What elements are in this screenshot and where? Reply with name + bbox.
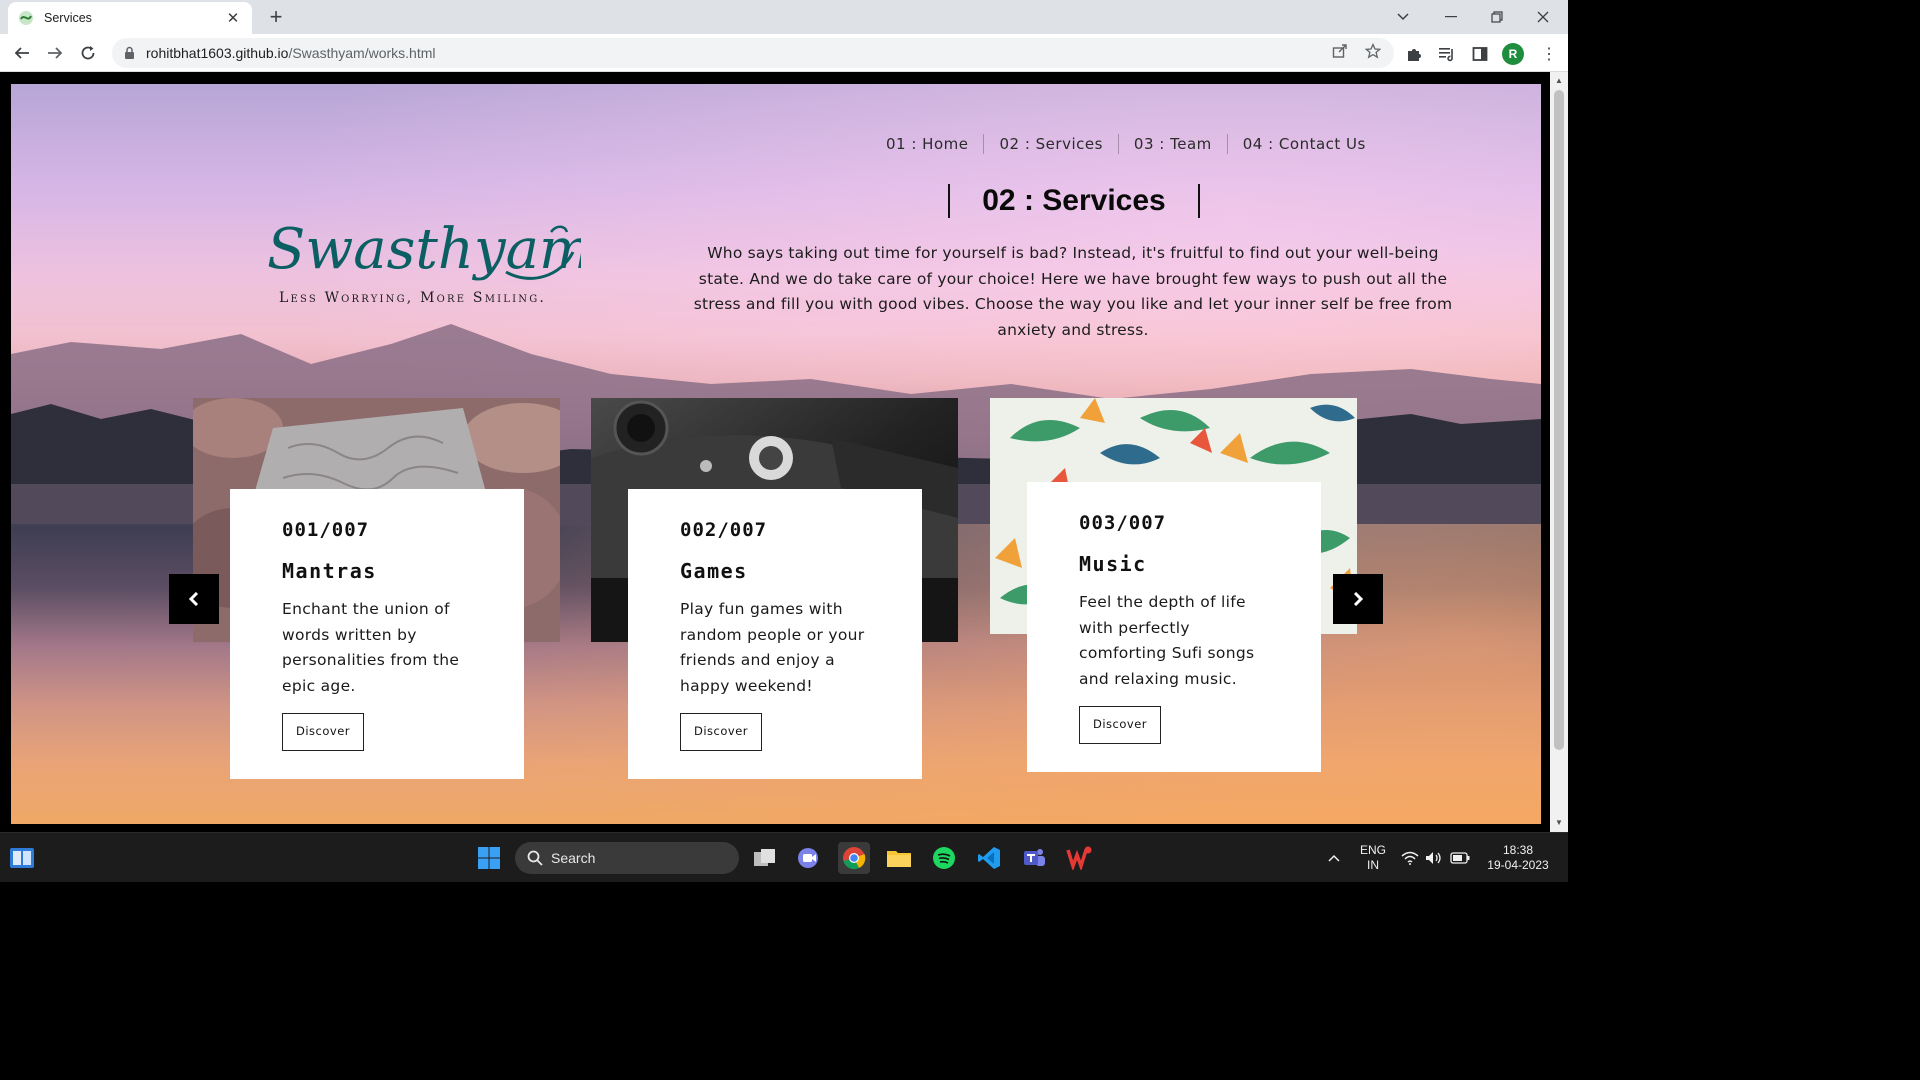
scroll-down-icon[interactable]: ▼ xyxy=(1554,818,1564,828)
chrome-taskbar-icon[interactable] xyxy=(838,842,870,874)
file-explorer-icon[interactable] xyxy=(883,842,915,874)
wps-office-icon[interactable] xyxy=(1063,842,1095,874)
chat-video-icon[interactable] xyxy=(793,842,825,874)
forward-arrow-icon[interactable] xyxy=(41,40,69,66)
scroll-up-icon[interactable]: ▲ xyxy=(1554,76,1564,86)
browser-toolbar: rohitbhat1603.github.io/Swasthyam/works.… xyxy=(0,34,1568,72)
service-card-games: 002/007 Games Play fun games with random… xyxy=(628,489,922,779)
search-icon xyxy=(527,850,543,866)
extensions-puzzle-icon[interactable] xyxy=(1403,43,1425,65)
clock-date: 19-04-2023 xyxy=(1487,858,1549,872)
card-number: 003/007 xyxy=(1079,512,1167,534)
spotify-icon[interactable] xyxy=(928,842,960,874)
carousel-next-button[interactable] xyxy=(1333,574,1383,624)
profile-avatar[interactable]: R xyxy=(1502,43,1524,65)
card-description: Feel the depth of life with perfectly co… xyxy=(1079,593,1255,688)
discover-button[interactable]: Discover xyxy=(282,713,364,751)
tab-title: Services xyxy=(44,11,92,25)
url-text: rohitbhat1603.github.io/Swasthyam/works.… xyxy=(146,45,436,61)
clock[interactable]: 18:38 19-04-2023 xyxy=(1478,843,1558,873)
teams-icon[interactable] xyxy=(1018,842,1050,874)
nav-link-services[interactable]: 02 : Services xyxy=(984,134,1119,154)
service-card-music: 003/007 Music Feel the depth of life wit… xyxy=(1027,482,1321,772)
tray-chevron-up-icon[interactable] xyxy=(1318,842,1350,874)
address-bar[interactable]: rohitbhat1603.github.io/Swasthyam/works.… xyxy=(112,38,1394,68)
region-code: IN xyxy=(1367,858,1379,872)
scrollbar-thumb[interactable] xyxy=(1554,90,1564,750)
nav-link-contact[interactable]: 04 : Contact Us xyxy=(1228,134,1381,154)
page-title: 02 : Services xyxy=(948,184,1200,218)
volume-icon[interactable] xyxy=(1422,842,1446,874)
vscode-icon[interactable] xyxy=(973,842,1005,874)
page-viewport: 01 : Home 02 : Services 03 : Team 04 : C… xyxy=(11,84,1541,824)
nav-link-home[interactable]: 01 : Home xyxy=(871,134,985,154)
card-description: Enchant the union of words written by pe… xyxy=(282,600,460,695)
close-tab-icon[interactable]: ✕ xyxy=(224,9,242,27)
side-panel-icon[interactable] xyxy=(1469,43,1491,65)
chevron-right-icon xyxy=(1353,592,1364,606)
new-tab-button[interactable]: + xyxy=(264,4,288,30)
card-number: 001/007 xyxy=(282,519,370,541)
close-window-button[interactable] xyxy=(1520,0,1566,34)
card-title: Games xyxy=(680,559,748,583)
site-nav: 01 : Home 02 : Services 03 : Team 04 : C… xyxy=(871,134,1381,154)
wifi-icon[interactable] xyxy=(1398,842,1422,874)
language-indicator[interactable]: ENG IN xyxy=(1356,843,1390,873)
start-windows-icon[interactable] xyxy=(473,842,505,874)
svg-text:Swasthyam: Swasthyam xyxy=(267,217,581,282)
widgets-icon[interactable] xyxy=(6,842,38,874)
taskbar-search[interactable]: Search xyxy=(515,842,739,874)
page-scrollbar[interactable]: ▲ ▼ xyxy=(1550,72,1568,832)
windows-taskbar: Search ENG IN 18:38 19-04-2023 xyxy=(0,832,1568,882)
chevron-left-icon xyxy=(188,592,199,606)
battery-icon[interactable] xyxy=(1447,842,1473,874)
reload-icon[interactable] xyxy=(74,40,102,66)
card-description: Play fun games with random people or you… xyxy=(680,600,865,695)
intro-paragraph: Who says taking out time for yourself is… xyxy=(693,244,1453,339)
service-card-mantras: 001/007 Mantras Enchant the union of wor… xyxy=(230,489,524,779)
clock-time: 18:38 xyxy=(1502,843,1534,857)
back-arrow-icon[interactable] xyxy=(8,40,36,66)
card-title: Music xyxy=(1079,552,1147,576)
minimize-button[interactable] xyxy=(1428,0,1474,34)
site-favicon-icon xyxy=(18,10,34,26)
media-queue-icon[interactable] xyxy=(1436,43,1458,65)
tagline: Less Worrying, More Smiling. xyxy=(279,290,547,306)
bookmark-star-icon[interactable] xyxy=(1363,41,1383,61)
restore-button[interactable] xyxy=(1474,0,1520,34)
search-label: Search xyxy=(551,850,596,866)
language-code: ENG xyxy=(1359,843,1386,857)
carousel-prev-button[interactable] xyxy=(169,574,219,624)
url-path: /Swasthyam/works.html xyxy=(288,45,436,61)
browser-tab[interactable]: Services ✕ xyxy=(8,2,252,34)
discover-button[interactable]: Discover xyxy=(1079,706,1161,744)
discover-button[interactable]: Discover xyxy=(680,713,762,751)
tab-strip: Services ✕ + xyxy=(0,0,1568,34)
browser-menu-icon[interactable]: ⋮ xyxy=(1540,43,1558,65)
share-icon[interactable] xyxy=(1330,41,1350,61)
card-title: Mantras xyxy=(282,559,377,583)
card-number: 002/007 xyxy=(680,519,768,541)
tab-search-chevron-icon[interactable] xyxy=(1380,0,1426,34)
swasthyam-logo: Swasthyam xyxy=(267,217,581,282)
url-host: rohitbhat1603.github.io xyxy=(146,45,289,61)
nav-link-team[interactable]: 03 : Team xyxy=(1119,134,1228,154)
task-view-icon[interactable] xyxy=(749,842,781,874)
lock-icon[interactable] xyxy=(124,46,138,60)
